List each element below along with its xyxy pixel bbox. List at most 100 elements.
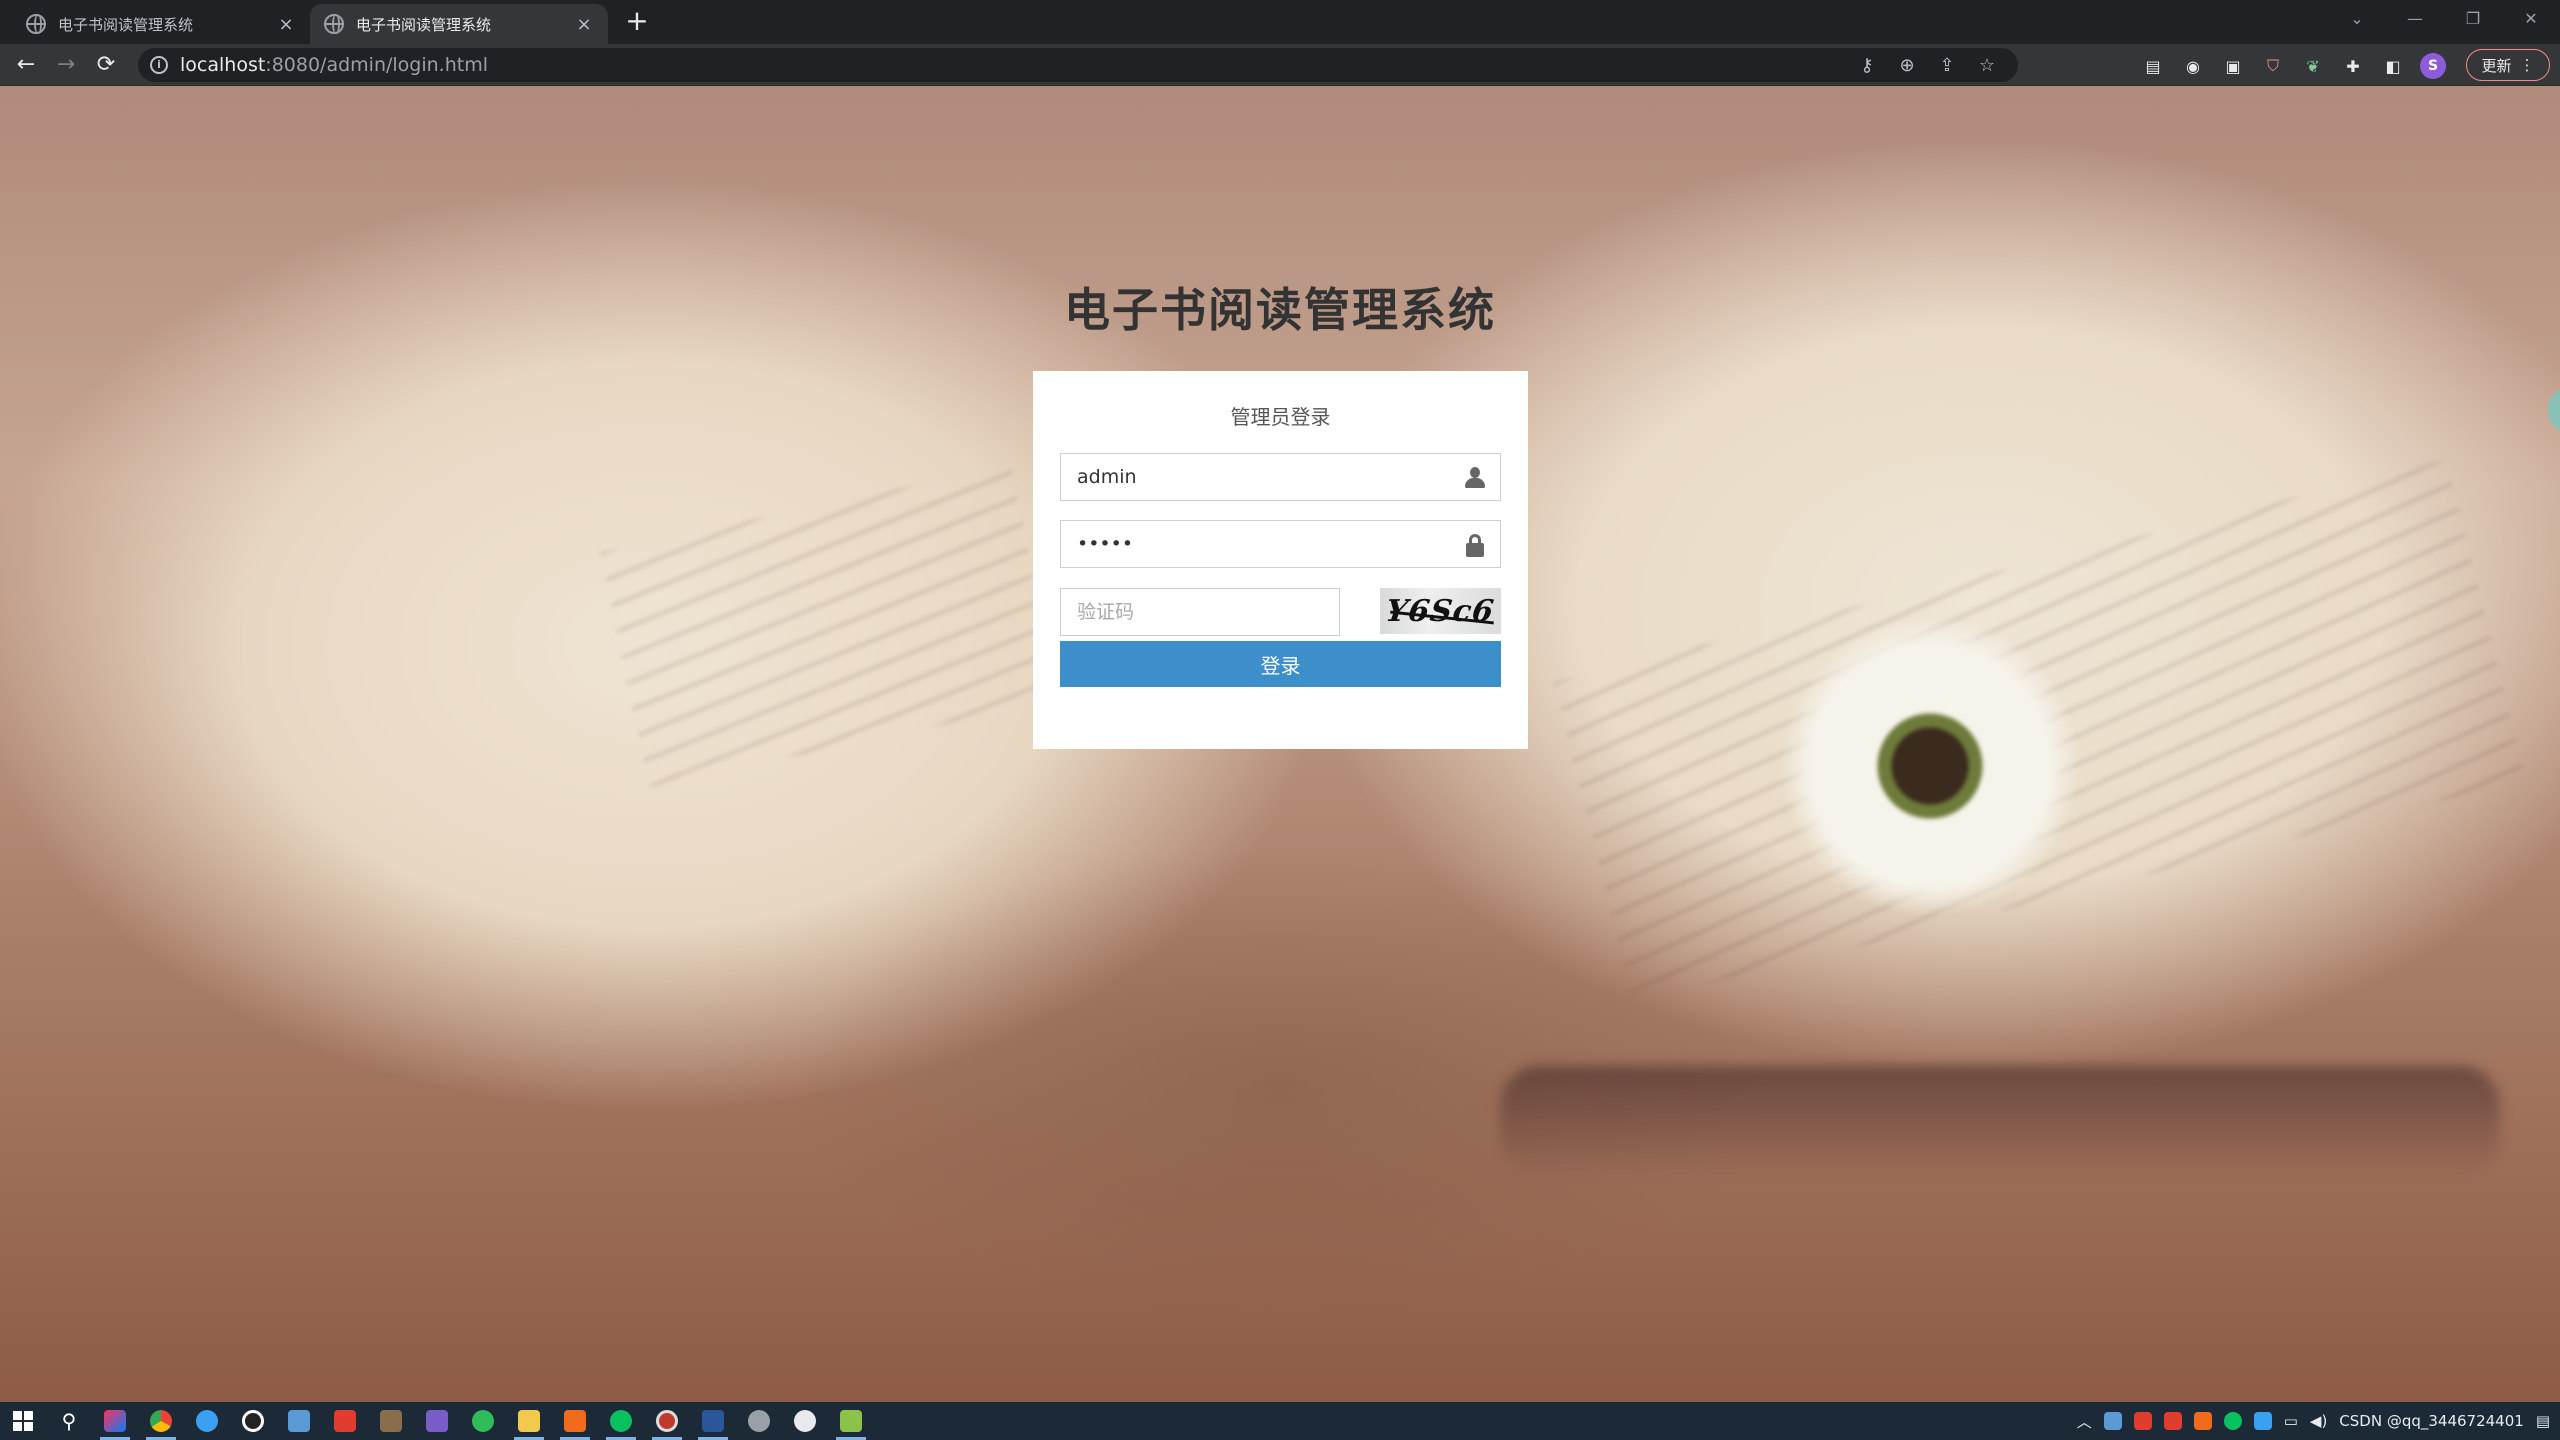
system-tray: ︿ ▭ ◀) CSDN @qq_3446724401 ▤	[2077, 1402, 2550, 1440]
site-info-icon[interactable]: i	[150, 56, 168, 74]
taskbar-obs[interactable]	[644, 1402, 690, 1440]
record-icon	[242, 1410, 264, 1432]
globe-icon	[324, 14, 344, 34]
word-icon	[702, 1410, 724, 1432]
leaf-icon[interactable]: ❦	[2300, 53, 2326, 79]
omnibox-actions: ⚷ ⊕ ⇪ ☆	[1856, 48, 1998, 82]
folder-icon	[518, 1410, 540, 1432]
url-host: localhost	[180, 54, 266, 76]
share-icon[interactable]: ⇪	[1936, 55, 1958, 76]
tray-app-icon[interactable]	[2193, 1412, 2212, 1430]
window-controls: ⌄ — ❐ ✕	[2328, 0, 2560, 36]
password-field	[1060, 520, 1501, 568]
reading-list-icon[interactable]: ▤	[2140, 53, 2166, 79]
tray-watermark-text: CSDN @qq_3446724401	[2339, 1412, 2524, 1430]
forward-button[interactable]: →	[50, 49, 82, 81]
image-icon[interactable]: ▣	[2220, 53, 2246, 79]
bookmark-star-icon[interactable]: ☆	[1976, 55, 1998, 76]
tab-title: 电子书阅读管理系统	[58, 15, 194, 34]
globe-icon	[26, 14, 46, 34]
address-bar[interactable]: i localhost :8080/admin/login.html ⚷ ⊕ ⇪…	[138, 48, 2018, 82]
search-icon: ⚲	[61, 1409, 77, 1433]
close-window-button[interactable]: ✕	[2502, 0, 2560, 36]
chat-bubble-icon	[794, 1410, 816, 1432]
login-page: 电子书阅读管理系统 管理员登录 Y6Sc6 登录	[0, 86, 2560, 1402]
taskbar-file-explorer[interactable]	[506, 1402, 552, 1440]
update-button[interactable]: 更新 ⋮	[2466, 49, 2550, 81]
tray-expand-icon[interactable]: ︿	[2077, 1411, 2092, 1432]
taskbar-word[interactable]	[690, 1402, 736, 1440]
taskbar-apps: ⚲	[0, 1402, 874, 1440]
reload-button[interactable]: ⟳	[90, 49, 122, 81]
menu-icon: ⋮	[2519, 56, 2535, 74]
taskbar-app-grid[interactable]	[368, 1402, 414, 1440]
back-button[interactable]: ←	[10, 49, 42, 81]
notepad-icon	[840, 1410, 862, 1432]
sync-icon	[472, 1410, 494, 1432]
remote-desktop-icon	[288, 1410, 310, 1432]
taskbar-app-chat[interactable]	[782, 1402, 828, 1440]
tray-app-icon[interactable]	[2253, 1412, 2272, 1430]
tray-app-icon[interactable]	[2133, 1412, 2152, 1430]
floating-widget[interactable]	[2548, 386, 2560, 434]
app-orange-icon	[564, 1410, 586, 1432]
app-gray-icon	[748, 1410, 770, 1432]
page-title: 电子书阅读管理系统	[1064, 283, 1496, 337]
minimize-button[interactable]: —	[2386, 0, 2444, 36]
background-book-edge	[1500, 1066, 2500, 1176]
obs-icon	[656, 1410, 678, 1432]
taskbar-vscode[interactable]	[184, 1402, 230, 1440]
tray-wechat-icon[interactable]	[2223, 1412, 2242, 1430]
key-icon[interactable]: ⚷	[1856, 55, 1878, 76]
login-subtitle: 管理员登录	[1230, 405, 1331, 429]
taskbar-chrome[interactable]	[138, 1402, 184, 1440]
taskbar-app-purple[interactable]	[414, 1402, 460, 1440]
notification-icon[interactable]: ▤	[2536, 1412, 2550, 1430]
tab-title: 电子书阅读管理系统	[356, 15, 492, 34]
captcha-image[interactable]: Y6Sc6	[1380, 588, 1501, 634]
tab-search-icon[interactable]: ⌄	[2328, 0, 2386, 36]
tab-login-2[interactable]: 电子书阅读管理系统 ×	[310, 4, 608, 44]
taskbar-remote-desktop[interactable]	[276, 1402, 322, 1440]
tray-app-icon[interactable]	[2163, 1412, 2182, 1430]
volume-icon[interactable]: ◀)	[2310, 1412, 2327, 1430]
tab-close-icon[interactable]: ×	[574, 14, 594, 35]
taskbar-search-button[interactable]: ⚲	[46, 1402, 92, 1440]
password-input[interactable]	[1061, 521, 1500, 567]
zoom-icon[interactable]: ⊕	[1896, 55, 1918, 76]
vscode-icon	[196, 1410, 218, 1432]
taskbar-app-red[interactable]	[322, 1402, 368, 1440]
tray-app-icon[interactable]	[2103, 1412, 2122, 1430]
restore-button[interactable]: ❐	[2444, 0, 2502, 36]
login-button[interactable]: 登录	[1060, 641, 1501, 687]
profile-avatar[interactable]: S	[2420, 53, 2446, 79]
captcha-field	[1060, 588, 1340, 636]
username-input[interactable]	[1061, 454, 1500, 500]
taskbar-notepad[interactable]	[828, 1402, 874, 1440]
taskbar-intellij[interactable]	[92, 1402, 138, 1440]
taskbar-recorder[interactable]	[230, 1402, 276, 1440]
shield-icon[interactable]: ⛉	[2260, 53, 2286, 79]
taskbar-app-orange[interactable]	[552, 1402, 598, 1440]
taskbar-app-sync[interactable]	[460, 1402, 506, 1440]
camera-icon[interactable]: ◉	[2180, 53, 2206, 79]
login-form: 管理员登录 Y6Sc6 登录	[1033, 371, 1528, 749]
new-tab-button[interactable]: +	[622, 6, 652, 36]
taskbar-app-gray[interactable]	[736, 1402, 782, 1440]
tab-login-1[interactable]: 电子书阅读管理系统 ×	[12, 4, 310, 44]
captcha-input[interactable]	[1061, 589, 1339, 635]
sidebar-icon[interactable]: ◧	[2380, 53, 2406, 79]
network-icon[interactable]: ▭	[2284, 1412, 2298, 1430]
browser-tab-strip: 电子书阅读管理系统 × 电子书阅读管理系统 × + ⌄ — ❐ ✕	[0, 0, 2560, 44]
chrome-icon	[150, 1410, 172, 1432]
tab-close-icon[interactable]: ×	[276, 14, 296, 35]
extensions-bar: ▤ ◉ ▣ ⛉ ❦ ✚ ◧ S	[2140, 52, 2446, 80]
url-path: :8080/admin/login.html	[265, 54, 488, 76]
background-flower	[1780, 616, 2080, 916]
windows-start-button[interactable]	[0, 1402, 46, 1440]
intellij-icon	[104, 1410, 126, 1432]
taskbar-wechat[interactable]	[598, 1402, 644, 1440]
puzzle-icon[interactable]: ✚	[2340, 53, 2366, 79]
wechat-icon	[610, 1410, 632, 1432]
app-purple-icon	[426, 1410, 448, 1432]
